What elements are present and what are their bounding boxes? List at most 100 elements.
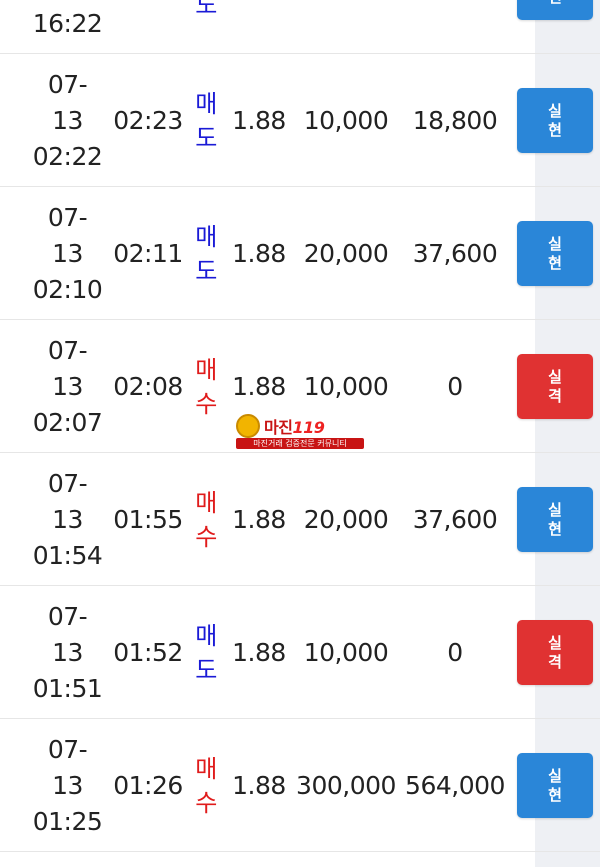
table-row: 07- 13 01:51 01:52 매 도 1.88 10,000 0 실 격 [0, 586, 600, 719]
result-label-char: 격 [548, 386, 562, 405]
payout-rate: 1.88 [232, 239, 286, 268]
result-realized-button[interactable]: 실현 [517, 487, 593, 552]
order-date-part: 13 [52, 238, 83, 268]
trade-side: 매도 [188, 586, 224, 719]
settle-time: 01:55 [113, 505, 183, 534]
return-amount: 18,800 [412, 106, 498, 135]
trade-side-char: 매 [195, 754, 217, 783]
trade-side-char: 도 [195, 0, 217, 19]
order-date-part: 16:22 [32, 8, 103, 38]
bet-amount: 10,000 [303, 638, 389, 667]
table-row: 07- 13 02:07 02:08 매 수 1.88 10,000 0 실 격 [0, 320, 600, 453]
order-date: 07- 13 02:07 [20, 320, 115, 453]
result-label-char: 실 [548, 766, 562, 785]
return-amount: 564,000 [405, 771, 505, 800]
result-label-char: 현 [548, 785, 562, 804]
settle-time: 01:26 [113, 771, 183, 800]
order-date-part: 13 [52, 504, 83, 534]
order-date-part: 07- [47, 601, 88, 631]
bet-amount: 300,000 [296, 771, 396, 800]
order-date-part: 01:25 [32, 806, 103, 836]
result-label-char: 실 [548, 633, 562, 652]
trade-side-char: 도 [195, 655, 217, 684]
settle-time: 01:52 [113, 638, 183, 667]
order-date-part: 01:54 [32, 540, 103, 570]
result-realized-button[interactable]: 실현 [517, 753, 593, 818]
order-date: 07- 13 02:22 [20, 54, 115, 187]
bet-amount: 20,000 [303, 239, 389, 268]
return-amount: 0 [447, 638, 463, 667]
return-amount: 37,600 [412, 505, 498, 534]
table-row: 07- 13 02:10 02:11 매 도 1.88 20,000 37,600 실 현 [0, 187, 600, 320]
payout-rate: 1.88 [226, 0, 292, 54]
trade-side-char: 매 [195, 621, 217, 650]
table-row: 07-1316:2216:23매도1.885,0009,400 실현 [0, 0, 600, 54]
result-label-char: 현 [548, 519, 562, 538]
order-date: 07-1316:22 [20, 0, 115, 54]
trade-side-char: 매 [195, 222, 217, 251]
order-date-part: 01:51 [32, 673, 103, 703]
return-amount: 37,600 [412, 239, 498, 268]
order-date-part: 02:07 [32, 407, 103, 437]
result-realized-button[interactable]: 실현 [517, 221, 593, 286]
order-date-part: 13 [52, 770, 83, 800]
payout-rate: 1.88 [232, 771, 286, 800]
order-date: 07- 13 01:51 [20, 586, 115, 719]
result-label-char: 실 [548, 367, 562, 386]
order-date-part: 07- [47, 468, 88, 498]
payout-rate: 1.88 [232, 106, 286, 135]
table-row: 07- 13 01:54 01:55 매 수 1.88 20,000 37,600 실 현 [0, 453, 600, 586]
payout-rate: 1.88 [232, 372, 286, 401]
trade-side-char: 매 [195, 488, 217, 517]
trade-side: 매수 [188, 719, 224, 852]
order-date: 07- 13 02:10 [20, 187, 115, 320]
settle-time: 02:23 [113, 106, 183, 135]
trade-side-char: 수 [195, 389, 217, 418]
result-label-char: 실 [548, 234, 562, 253]
trade-side-char: 수 [195, 788, 217, 817]
bet-amount: 10,000 [303, 372, 389, 401]
order-date-part: 13 [52, 637, 83, 667]
result-failed-button[interactable]: 실격 [517, 620, 593, 685]
bet-amount: 10,000 [303, 106, 389, 135]
trade-side-char: 도 [195, 256, 217, 285]
trade-side-char: 매 [195, 89, 217, 118]
result-label-char: 현 [548, 253, 562, 272]
trade-history-list: 07-1316:2216:23매도1.885,0009,400실현07-1302… [0, 0, 600, 852]
settle-time: 02:11 [113, 239, 183, 268]
result-realized-button[interactable]: 실현 [517, 0, 593, 20]
order-date-part: 02:10 [32, 274, 103, 304]
order-date-part: 07- [47, 202, 88, 232]
result-failed-button[interactable]: 실격 [517, 354, 593, 419]
payout-rate: 1.88 [232, 638, 286, 667]
bet-amount: 5,000 [294, 0, 398, 54]
trade-side: 매수 [188, 320, 224, 453]
result-realized-button[interactable]: 실현 [517, 88, 593, 153]
table-row: 07- 13 01:25 01:26 매 수 1.88 300,000 564,000 실 현 [0, 719, 600, 852]
trade-side: 매도 [188, 187, 224, 320]
trade-side-char: 수 [195, 522, 217, 551]
payout-rate: 1.88 [232, 505, 286, 534]
settle-time: 02:08 [113, 372, 183, 401]
result-label-char: 실 [548, 500, 562, 519]
order-date: 07- 13 01:25 [20, 719, 115, 852]
table-row: 07- 13 02:22 02:23 매 도 1.88 10,000 18,800 실 현 [0, 54, 600, 187]
return-amount: 0 [447, 372, 463, 401]
order-date-part: 02:22 [32, 141, 103, 171]
bet-amount: 20,000 [303, 505, 389, 534]
order-date-part: 07- [47, 335, 88, 365]
result-label-char: 실 [548, 101, 562, 120]
trade-side: 매도 [188, 0, 224, 54]
result-label-char: 격 [548, 652, 562, 671]
result-label-char: 현 [548, 120, 562, 139]
settle-time: 16:23 [112, 0, 184, 54]
order-date-part: 13 [52, 371, 83, 401]
order-date-part: 13 [52, 105, 83, 135]
return-amount: 9,400 [403, 0, 507, 54]
result-label-char: 현 [548, 0, 562, 7]
trade-side: 매수 [188, 453, 224, 586]
order-date-part: 07- [47, 734, 88, 764]
order-date: 07- 13 01:54 [20, 453, 115, 586]
order-date-part: 07- [47, 69, 88, 99]
trade-side: 매도 [188, 54, 224, 187]
